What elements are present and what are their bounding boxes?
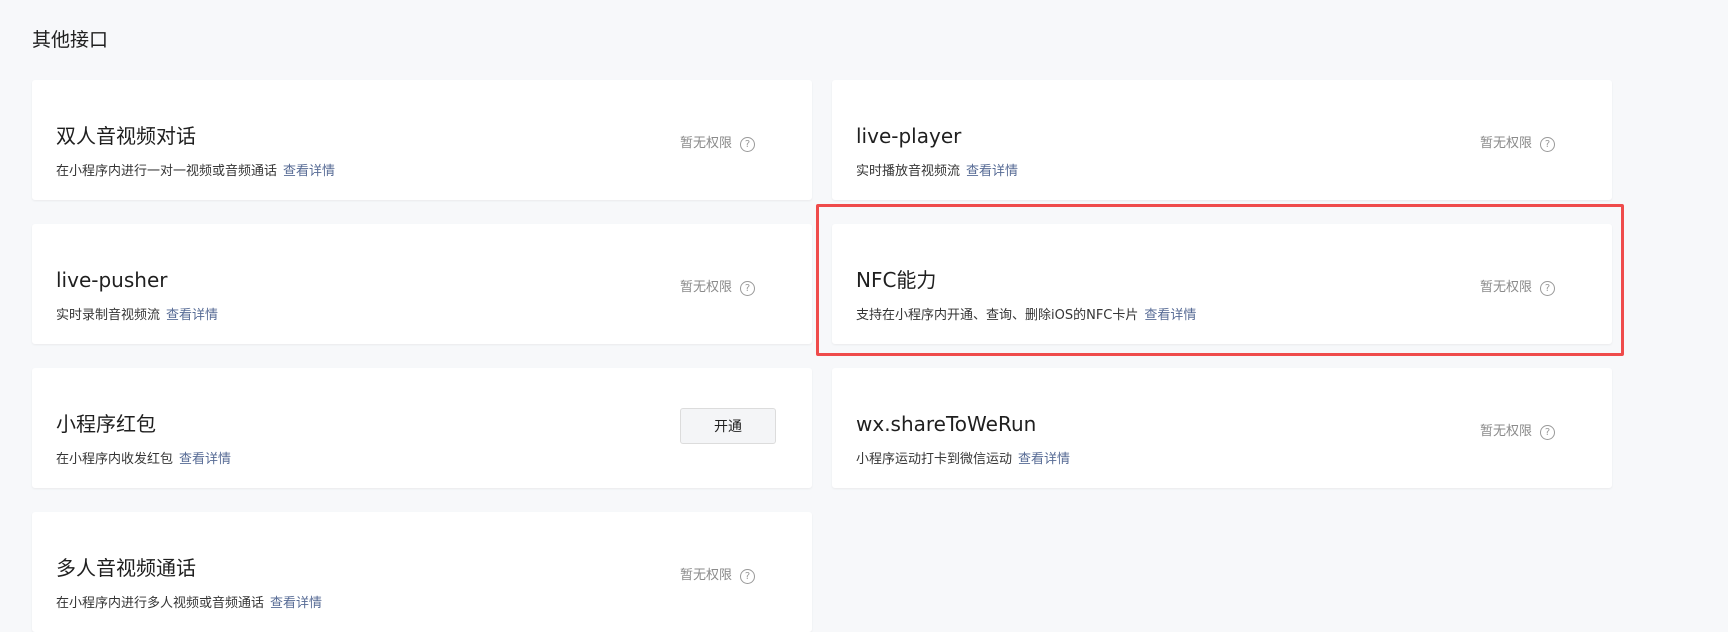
- card-desc: 在小程序内进行多人视频或音频通话 查看详情: [56, 594, 322, 614]
- card-title: live-player: [856, 124, 962, 148]
- permission-status: 暂无权限 ?: [1480, 278, 1556, 298]
- permission-status: 暂无权限 ?: [680, 566, 756, 586]
- help-icon[interactable]: ?: [740, 280, 756, 296]
- card-live-player: live-player 实时播放音视频流 查看详情 暂无权限 ?: [832, 80, 1612, 200]
- card-multi-av-call: 多人音视频通话 在小程序内进行多人视频或音频通话 查看详情 暂无权限 ?: [32, 512, 812, 632]
- permission-status: 暂无权限 ?: [680, 278, 756, 298]
- no-permission-label: 暂无权限: [1480, 424, 1533, 439]
- no-permission-label: 暂无权限: [1480, 280, 1533, 295]
- card-desc: 实时录制音视频流 查看详情: [56, 306, 218, 326]
- permission-status: 暂无权限 ?: [680, 134, 756, 154]
- card-share-to-werun: wx.shareToWeRun 小程序运动打卡到微信运动 查看详情 暂无权限 ?: [832, 368, 1612, 488]
- card-red-packet: 小程序红包 在小程序内收发红包 查看详情 开通: [32, 368, 812, 488]
- no-permission-label: 暂无权限: [680, 568, 733, 583]
- card-nfc: NFC能力 支持在小程序内开通、查询、删除iOS的NFC卡片 查看详情 暂无权限 …: [832, 224, 1612, 344]
- no-permission-label: 暂无权限: [680, 136, 733, 151]
- permission-status: 暂无权限 ?: [1480, 422, 1556, 442]
- card-desc-text: 在小程序内进行一对一视频或音频通话: [56, 164, 278, 179]
- page: 其他接口 双人音视频对话 在小程序内进行一对一视频或音频通话 查看详情 暂无权限 …: [0, 0, 1728, 632]
- view-details-link[interactable]: 查看详情: [1018, 452, 1070, 467]
- card-title: 多人音视频通话: [56, 556, 196, 580]
- card-desc: 支持在小程序内开通、查询、删除iOS的NFC卡片 查看详情: [856, 306, 1196, 326]
- help-icon[interactable]: ?: [740, 136, 756, 152]
- card-dual-av-call: 双人音视频对话 在小程序内进行一对一视频或音频通话 查看详情 暂无权限 ?: [32, 80, 812, 200]
- card-desc: 实时播放音视频流 查看详情: [856, 162, 1018, 182]
- help-icon[interactable]: ?: [1540, 280, 1556, 296]
- view-details-link[interactable]: 查看详情: [270, 596, 322, 611]
- view-details-link[interactable]: 查看详情: [966, 164, 1018, 179]
- view-details-link[interactable]: 查看详情: [179, 452, 231, 467]
- help-icon[interactable]: ?: [1540, 136, 1556, 152]
- card-title: NFC能力: [856, 268, 937, 292]
- card-desc-text: 在小程序内收发红包: [56, 452, 174, 467]
- help-icon[interactable]: ?: [740, 568, 756, 584]
- view-details-link[interactable]: 查看详情: [283, 164, 335, 179]
- card-desc-text: 支持在小程序内开通、查询、删除iOS的NFC卡片: [856, 308, 1139, 323]
- card-title: live-pusher: [56, 268, 168, 292]
- card-title: wx.shareToWeRun: [856, 412, 1037, 436]
- card-desc: 在小程序内收发红包 查看详情: [56, 450, 231, 470]
- card-title: 双人音视频对话: [56, 124, 196, 148]
- card-desc-text: 小程序运动打卡到微信运动: [856, 452, 1013, 467]
- card-title: 小程序红包: [56, 412, 156, 436]
- card-live-pusher: live-pusher 实时录制音视频流 查看详情 暂无权限 ?: [32, 224, 812, 344]
- no-permission-label: 暂无权限: [680, 280, 733, 295]
- card-desc-text: 在小程序内进行多人视频或音频通话: [56, 596, 265, 611]
- card-desc: 在小程序内进行一对一视频或音频通话 查看详情: [56, 162, 335, 182]
- help-icon[interactable]: ?: [1540, 424, 1556, 440]
- section-title: 其他接口: [32, 29, 109, 51]
- card-desc-text: 实时播放音视频流: [856, 164, 961, 179]
- permission-status: 暂无权限 ?: [1480, 134, 1556, 154]
- card-desc: 小程序运动打卡到微信运动 查看详情: [856, 450, 1070, 470]
- view-details-link[interactable]: 查看详情: [1144, 308, 1196, 323]
- card-desc-text: 实时录制音视频流: [56, 308, 161, 323]
- enable-button[interactable]: 开通: [680, 408, 776, 444]
- view-details-link[interactable]: 查看详情: [166, 308, 218, 323]
- no-permission-label: 暂无权限: [1480, 136, 1533, 151]
